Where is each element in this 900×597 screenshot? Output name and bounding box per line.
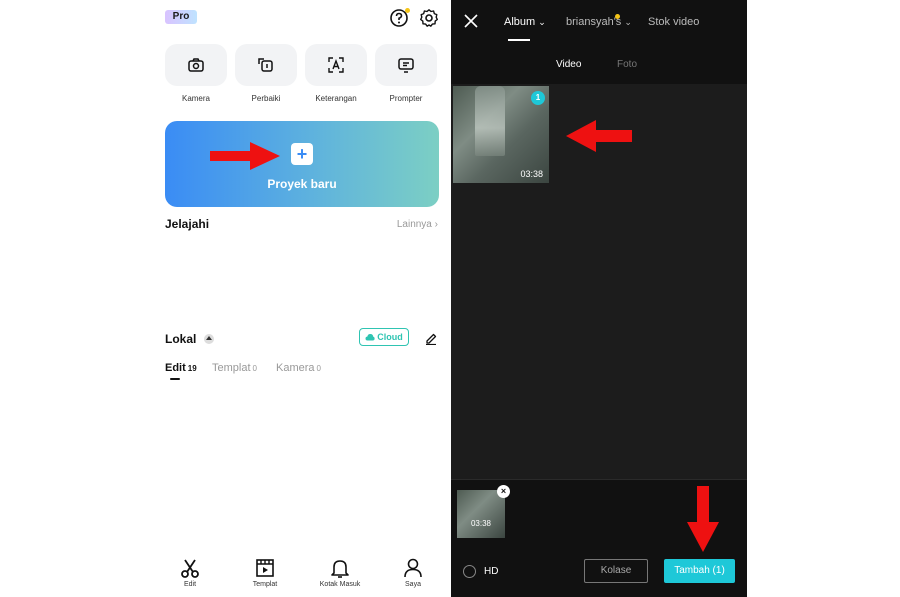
tab-user-album[interactable]: briansyah's ⌄ (566, 16, 632, 28)
nav-label: Kotak Masuk (319, 581, 361, 588)
scissors-icon (181, 559, 199, 578)
pro-badge[interactable]: Pro (165, 10, 197, 24)
tab-label: Album (504, 16, 536, 28)
picker-header: Album ⌄ briansyah's ⌄ Stok video (451, 0, 747, 46)
tool-camera[interactable]: Kamera (165, 44, 227, 106)
new-project-button[interactable]: + Proyek baru (165, 121, 439, 207)
active-tab-indicator (170, 378, 180, 380)
home-screen: Pro Kamera Perbaiki Keterangan Prompter … (153, 0, 450, 597)
edit-pencil-icon[interactable] (424, 331, 438, 345)
arrow-left-icon (566, 120, 632, 152)
nav-label: Saya (405, 581, 421, 588)
chevron-down-icon: ⌄ (624, 17, 632, 27)
tab-label: Kamera (276, 362, 315, 374)
tab-count: 19 (187, 364, 197, 373)
chevron-down-icon: ⌄ (538, 17, 546, 27)
hd-radio[interactable] (463, 565, 476, 578)
subtab-photo[interactable]: Foto (617, 59, 637, 70)
notification-dot (405, 8, 410, 13)
tool-label: Kamera (181, 94, 210, 103)
plus-icon: + (291, 143, 313, 165)
tool-repair[interactable]: Perbaiki (235, 44, 297, 106)
tab-count: 0 (316, 364, 321, 373)
tool-label: Perbaiki (251, 94, 281, 103)
thumbnail-image (475, 86, 505, 156)
template-icon (256, 559, 274, 577)
explore-more-link[interactable]: Lainnya › (397, 219, 438, 230)
collage-button[interactable]: Kolase (584, 559, 648, 583)
tool-prompter[interactable]: Prompter (375, 44, 437, 106)
media-type-tabs: Video Foto (451, 46, 747, 84)
local-label: Lokal (165, 332, 197, 346)
selected-clip[interactable]: × 03:38 (457, 485, 510, 538)
video-duration: 03:38 (520, 169, 543, 179)
close-icon[interactable] (464, 14, 478, 28)
bell-icon (331, 560, 349, 578)
more-label: Lainnya (396, 219, 432, 230)
tool-label: Keterangan (315, 94, 357, 103)
subtab-video[interactable]: Video (556, 59, 581, 70)
nav-edit[interactable]: Edit (160, 557, 220, 588)
clip-duration: 03:38 (470, 519, 492, 528)
caption-icon (328, 57, 344, 73)
tab-camera[interactable]: Kamera 0 (276, 362, 321, 374)
notification-dot (615, 14, 620, 19)
tab-edit[interactable]: Edit 19 (165, 362, 197, 374)
nav-label: Templat (252, 581, 278, 588)
video-thumbnail[interactable]: 1 03:38 (453, 86, 549, 183)
local-title[interactable]: Lokal (165, 332, 214, 346)
tab-stock-video[interactable]: Stok video (648, 16, 699, 28)
tab-label: briansyah's (566, 16, 622, 28)
tab-template[interactable]: Templat 0 (212, 362, 257, 374)
explore-title: Jelajahi (165, 217, 210, 231)
nav-profile[interactable]: Saya (383, 557, 443, 588)
caret-up-icon (203, 334, 214, 344)
arrow-right-icon (210, 142, 280, 170)
camera-icon (188, 58, 204, 72)
new-project-label: Proyek baru (267, 177, 337, 191)
nav-label: Edit (183, 581, 197, 588)
screenshot-stage: Pro Kamera Perbaiki Keterangan Prompter … (0, 0, 900, 597)
tool-label: Prompter (389, 94, 423, 103)
tab-label: Templat (212, 362, 251, 374)
cloud-button[interactable]: Cloud (359, 328, 409, 346)
nav-template[interactable]: Templat (235, 557, 295, 588)
tool-caption[interactable]: Keterangan (305, 44, 367, 106)
tab-count: 0 (252, 364, 257, 373)
active-tab-indicator (508, 39, 530, 41)
settings-icon[interactable] (419, 8, 439, 28)
repair-icon (258, 58, 273, 72)
bottom-nav: Edit Templat Kotak Masuk Saya (153, 557, 450, 597)
cloud-icon (365, 334, 375, 341)
selection-badge[interactable]: 1 (531, 91, 545, 105)
arrow-down-icon (687, 486, 719, 552)
tab-album[interactable]: Album ⌄ (504, 16, 546, 28)
chevron-right-icon: › (434, 219, 438, 230)
tab-label: Edit (165, 362, 186, 374)
nav-inbox[interactable]: Kotak Masuk (310, 557, 370, 588)
quick-tools: Kamera Perbaiki Keterangan Prompter (165, 44, 437, 106)
add-button[interactable]: Tambah (1) (664, 559, 735, 583)
prompter-icon (398, 58, 414, 73)
hd-label: HD (484, 566, 499, 577)
remove-icon[interactable]: × (497, 485, 510, 498)
cloud-label: Cloud (377, 332, 403, 342)
profile-icon (404, 558, 422, 578)
